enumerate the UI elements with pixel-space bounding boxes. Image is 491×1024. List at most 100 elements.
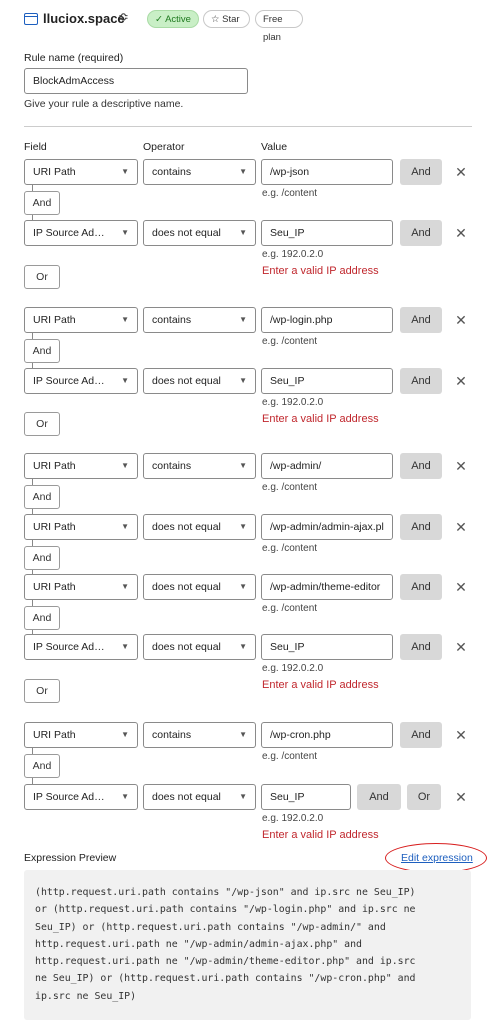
operator-select[interactable]: does not equal ▼ [143, 784, 256, 810]
operator-select-value: contains [152, 314, 192, 326]
value-input[interactable]: /wp-admin/theme-editor [261, 574, 393, 600]
field-select[interactable]: IP Source Addr... ▼ [24, 368, 138, 394]
and-connector: And [24, 485, 60, 509]
dropdown-arrow-icon: ▼ [239, 228, 247, 237]
remove-condition-close-icon[interactable]: ✕ [454, 368, 468, 394]
zone-header: lluciox.space ≎ ✓ Active ☆ Star Free pla… [0, 0, 491, 43]
and-button[interactable]: And [400, 574, 442, 600]
rule-name-label: Rule name (required) [24, 52, 124, 64]
dropdown-arrow-icon: ▼ [239, 642, 247, 651]
value-example-hint: e.g. /content [262, 603, 318, 614]
operator-column-header: Operator [143, 141, 185, 153]
plan-badge: Free plan [255, 10, 303, 43]
dropdown-arrow-icon: ▼ [121, 730, 129, 739]
dropdown-arrow-icon: ▼ [239, 582, 247, 591]
value-input[interactable]: /wp-admin/admin-ajax.pl [261, 514, 393, 540]
operator-select[interactable]: contains ▼ [143, 307, 256, 333]
dropdown-arrow-icon: ▼ [239, 167, 247, 176]
field-select[interactable]: URI Path ▼ [24, 514, 138, 540]
and-button[interactable]: And [400, 722, 442, 748]
value-input[interactable]: /wp-cron.php [261, 722, 393, 748]
operator-select-value: does not equal [152, 227, 221, 239]
dropdown-arrow-icon: ▼ [121, 582, 129, 591]
operator-select[interactable]: does not equal ▼ [143, 634, 256, 660]
site-switcher-chevron-icon[interactable]: ≎ [118, 9, 129, 25]
and-button[interactable]: And [400, 368, 442, 394]
field-select-value: URI Path [33, 729, 76, 741]
value-input[interactable]: /wp-login.php [261, 307, 393, 333]
remove-condition-close-icon[interactable]: ✕ [454, 514, 468, 540]
or-group-connector: Or [24, 412, 60, 436]
field-select-value: IP Source Addr... [33, 641, 107, 653]
star-button[interactable]: ☆ Star [203, 10, 250, 28]
value-input[interactable]: Seu_IP [261, 220, 393, 246]
rule-name-help: Give your rule a descriptive name. [24, 98, 184, 110]
field-select[interactable]: URI Path ▼ [24, 159, 138, 185]
validation-error: Enter a valid IP address [262, 265, 379, 277]
operator-select[interactable]: does not equal ▼ [143, 514, 256, 540]
value-example-hint: e.g. /content [262, 188, 318, 199]
rule-name-input[interactable]: BlockAdmAccess [24, 68, 248, 94]
remove-condition-close-icon[interactable]: ✕ [454, 784, 468, 810]
remove-condition-close-icon[interactable]: ✕ [454, 220, 468, 246]
field-select[interactable]: IP Source Addr... ▼ [24, 220, 138, 246]
operator-select[interactable]: does not equal ▼ [143, 220, 256, 246]
remove-condition-close-icon[interactable]: ✕ [454, 634, 468, 660]
field-column-header: Field [24, 141, 47, 153]
value-example-hint: e.g. /content [262, 543, 318, 554]
value-example-hint: e.g. /content [262, 751, 318, 762]
value-input[interactable]: Seu_IP [261, 634, 393, 660]
dropdown-arrow-icon: ▼ [121, 461, 129, 470]
field-select[interactable]: IP Source Addr... ▼ [24, 784, 138, 810]
dropdown-arrow-icon: ▼ [121, 228, 129, 237]
field-select-value: URI Path [33, 521, 76, 533]
and-button[interactable]: And [400, 634, 442, 660]
value-example-hint: e.g. 192.0.2.0 [262, 663, 324, 674]
field-select[interactable]: URI Path ▼ [24, 307, 138, 333]
browser-window-icon [24, 13, 38, 25]
value-input[interactable]: /wp-admin/ [261, 453, 393, 479]
status-badge: ✓ Active [147, 10, 199, 28]
validation-error: Enter a valid IP address [262, 413, 379, 425]
operator-select-value: does not equal [152, 521, 221, 533]
expression-preview-code: (http.request.uri.path contains "/wp-jso… [24, 870, 471, 1020]
and-button[interactable]: And [357, 784, 401, 810]
and-connector: And [24, 339, 60, 363]
field-select[interactable]: URI Path ▼ [24, 453, 138, 479]
or-button[interactable]: Or [407, 784, 441, 810]
and-connector: And [24, 606, 60, 630]
remove-condition-close-icon[interactable]: ✕ [454, 722, 468, 748]
remove-condition-close-icon[interactable]: ✕ [454, 453, 468, 479]
field-select[interactable]: URI Path ▼ [24, 574, 138, 600]
value-input[interactable]: /wp-json [261, 159, 393, 185]
dropdown-arrow-icon: ▼ [239, 792, 247, 801]
and-connector: And [24, 754, 60, 778]
value-example-hint: e.g. /content [262, 336, 318, 347]
dropdown-arrow-icon: ▼ [239, 315, 247, 324]
dropdown-arrow-icon: ▼ [121, 376, 129, 385]
and-button[interactable]: And [400, 220, 442, 246]
remove-condition-close-icon[interactable]: ✕ [454, 574, 468, 600]
operator-select-value: contains [152, 729, 192, 741]
dropdown-arrow-icon: ▼ [121, 522, 129, 531]
and-button[interactable]: And [400, 307, 442, 333]
dropdown-arrow-icon: ▼ [121, 315, 129, 324]
value-input[interactable]: Seu_IP [261, 368, 393, 394]
operator-select[interactable]: does not equal ▼ [143, 368, 256, 394]
dropdown-arrow-icon: ▼ [239, 376, 247, 385]
remove-condition-close-icon[interactable]: ✕ [454, 307, 468, 333]
site-name[interactable]: lluciox.space [43, 11, 125, 26]
operator-select[interactable]: contains ▼ [143, 159, 256, 185]
field-select[interactable]: URI Path ▼ [24, 722, 138, 748]
remove-condition-close-icon[interactable]: ✕ [454, 159, 468, 185]
value-input[interactable]: Seu_IP [261, 784, 351, 810]
and-button[interactable]: And [400, 453, 442, 479]
operator-select[interactable]: does not equal ▼ [143, 574, 256, 600]
field-select[interactable]: IP Source Addr... ▼ [24, 634, 138, 660]
and-button[interactable]: And [400, 514, 442, 540]
field-select-value: URI Path [33, 460, 76, 472]
and-button[interactable]: And [400, 159, 442, 185]
operator-select[interactable]: contains ▼ [143, 722, 256, 748]
operator-select-value: does not equal [152, 791, 221, 803]
operator-select[interactable]: contains ▼ [143, 453, 256, 479]
